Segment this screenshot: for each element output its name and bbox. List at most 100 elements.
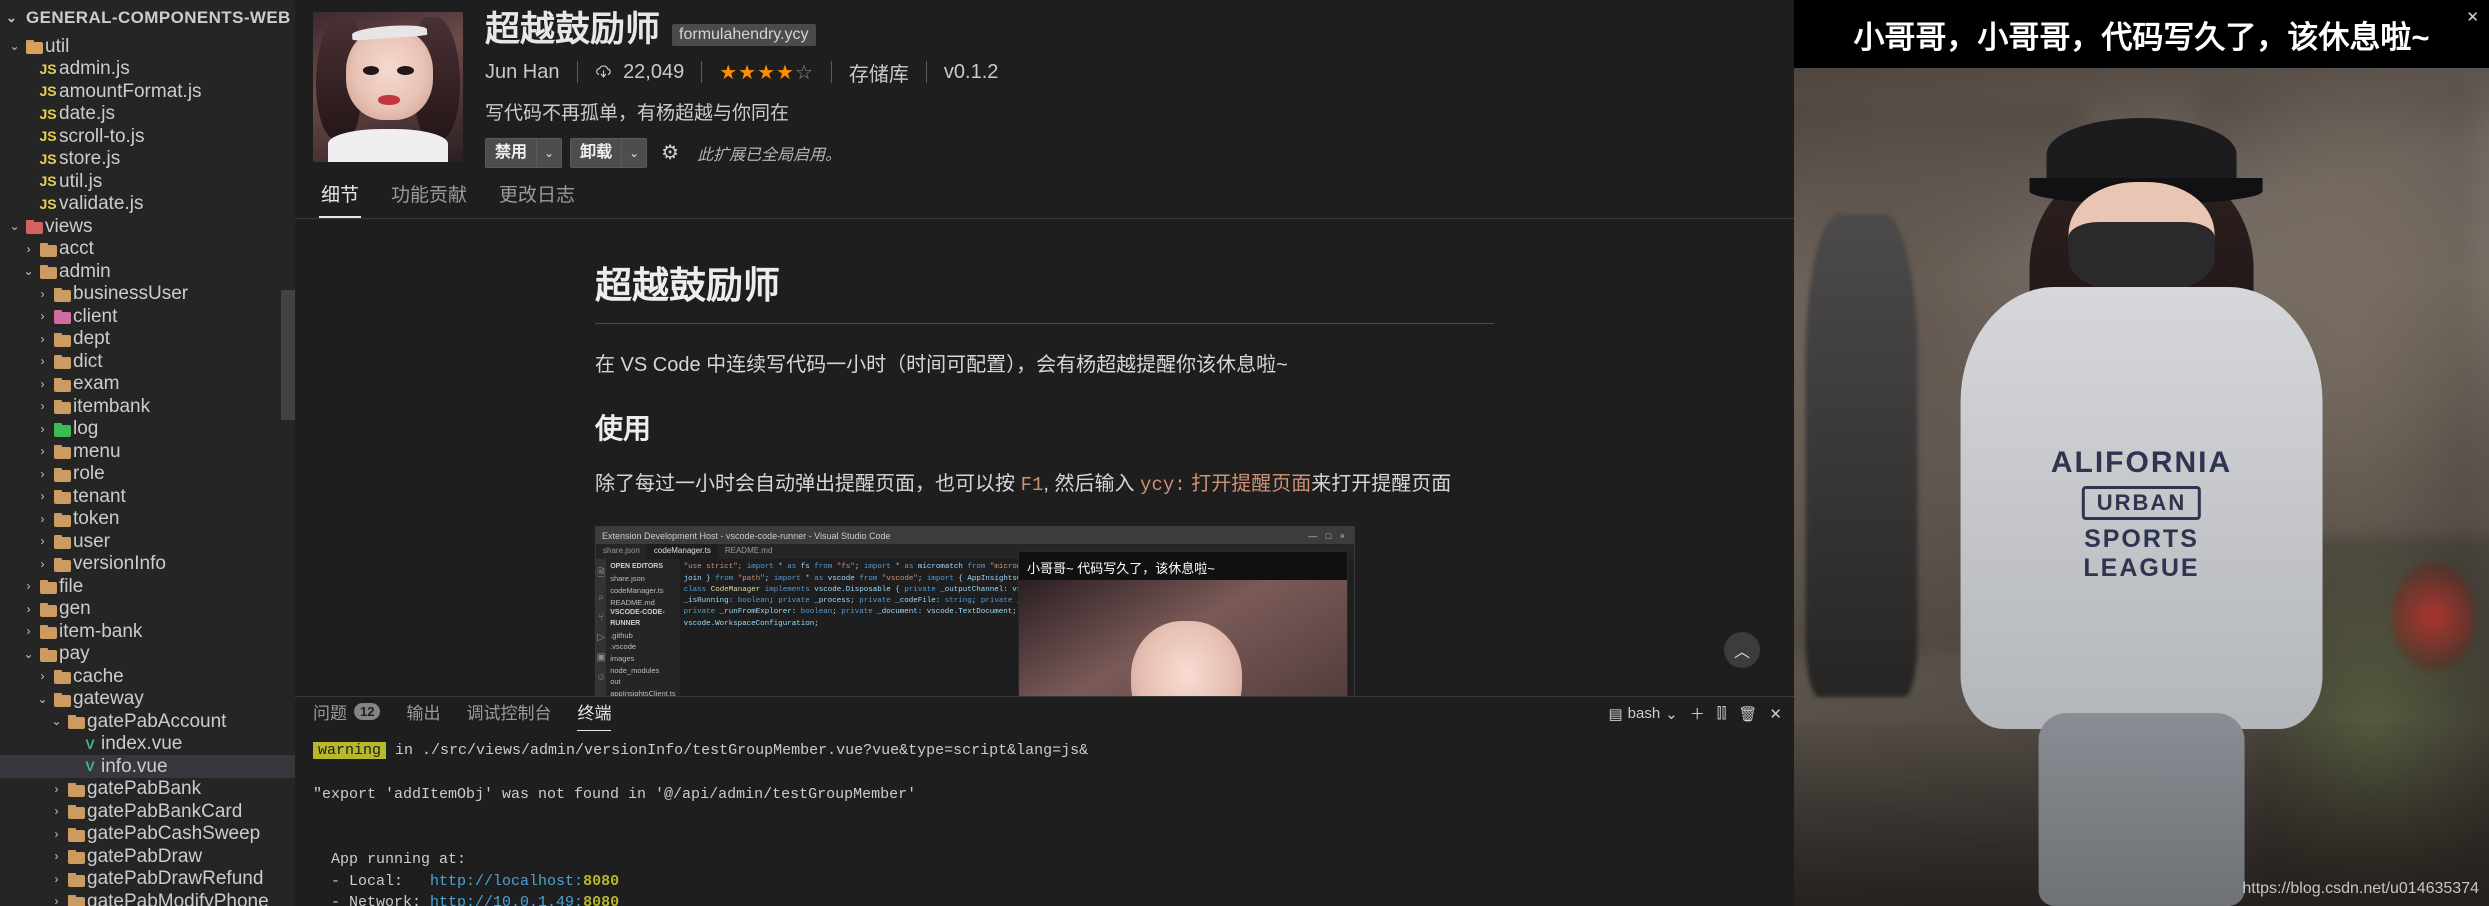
chevron-down-icon[interactable]: ⌄ — [48, 715, 65, 727]
extension-install-count[interactable]: 22,049 — [578, 61, 702, 84]
terminal-output[interactable]: warning in ./src/views/admin/versionInfo… — [295, 730, 1794, 906]
tree-item-scroll-to-js[interactable]: JS scroll-to.js — [0, 125, 295, 148]
tree-item-admin-js[interactable]: JS admin.js — [0, 58, 295, 81]
chevron-right-icon[interactable]: › — [48, 783, 65, 795]
tree-item-util-js[interactable]: JS util.js — [0, 170, 295, 193]
tree-item-tenant[interactable]: › tenant — [0, 485, 295, 508]
tree-item-gateway[interactable]: ⌄ gateway — [0, 688, 295, 711]
chevron-right-icon[interactable]: › — [34, 535, 51, 547]
chevron-right-icon[interactable]: › — [34, 670, 51, 682]
tree-item-date-js[interactable]: JS date.js — [0, 103, 295, 126]
readme-command-link[interactable]: 打开提醒页面 — [1191, 473, 1311, 495]
uninstall-button[interactable]: 卸载 — [570, 137, 622, 168]
tree-item-gatepabmodifyphone[interactable]: › gatePabModifyPhone — [0, 890, 295, 906]
tree-item-token[interactable]: › token — [0, 508, 295, 531]
tree-item-info-vue[interactable]: Vinfo.vue — [0, 755, 295, 778]
tab-contributions[interactable]: 功能贡献 — [389, 174, 469, 218]
tree-item-store-js[interactable]: JS store.js — [0, 148, 295, 171]
tree-item-gatepabbank[interactable]: › gatePabBank — [0, 778, 295, 801]
terminal-local-url[interactable]: http://localhost: — [430, 873, 583, 890]
tree-item-dict[interactable]: › dict — [0, 350, 295, 373]
tree-item-cache[interactable]: › cache — [0, 665, 295, 688]
tree-item-gatepabdrawrefund[interactable]: › gatePabDrawRefund — [0, 868, 295, 891]
disable-button-group[interactable]: 禁用 ⌄ — [485, 137, 563, 168]
split-terminal-icon[interactable]: ⫿⫿ — [1717, 705, 1727, 722]
terminal-shell-selector[interactable]: ▤ bash ⌄ — [1608, 705, 1677, 723]
extension-rating[interactable]: ★★★★☆ — [702, 60, 831, 85]
tab-details[interactable]: 细节 — [319, 174, 362, 218]
chevron-right-icon[interactable]: › — [48, 828, 65, 840]
chevron-right-icon[interactable]: › — [48, 895, 65, 906]
chevron-right-icon[interactable]: › — [48, 805, 65, 817]
close-panel-icon[interactable]: ✕ — [1769, 705, 1782, 723]
chevron-right-icon[interactable]: › — [34, 310, 51, 322]
file-tree[interactable]: ⌄ util JS admin.js JS amountFormat.js JS date.j… — [0, 35, 295, 906]
chevron-down-icon[interactable]: ⌄ — [20, 648, 37, 660]
chevron-down-icon[interactable]: ⌄ — [6, 40, 23, 52]
tree-item-exam[interactable]: › exam — [0, 373, 295, 396]
tree-item-gatepabcashsweep[interactable]: › gatePabCashSweep — [0, 823, 295, 846]
panel-tab-problems[interactable]: 问题 12 — [313, 699, 381, 728]
chevron-right-icon[interactable]: › — [20, 603, 37, 615]
tree-item-util[interactable]: ⌄ util — [0, 35, 295, 58]
panel-tab-terminal[interactable]: 终端 — [577, 699, 612, 731]
tree-item-amountformat-js[interactable]: JS amountFormat.js — [0, 80, 295, 103]
extension-tabs[interactable]: 细节 功能贡献 更改日志 — [295, 174, 1794, 219]
tree-item-admin[interactable]: ⌄ admin — [0, 260, 295, 283]
tree-item-item-bank[interactable]: › item-bank — [0, 620, 295, 643]
extension-publisher[interactable]: Jun Han — [485, 61, 577, 84]
chevron-down-icon[interactable]: ⌄ — [20, 265, 37, 277]
chevron-right-icon[interactable]: › — [34, 355, 51, 367]
uninstall-dropdown-chevron-down-icon[interactable]: ⌄ — [621, 137, 648, 168]
chevron-right-icon[interactable]: › — [34, 423, 51, 435]
tree-item-gen[interactable]: › gen — [0, 598, 295, 621]
tree-item-client[interactable]: › client — [0, 305, 295, 328]
chevron-right-icon[interactable]: › — [20, 243, 37, 255]
tree-item-views[interactable]: ⌄ views — [0, 215, 295, 238]
chevron-down-icon[interactable]: ⌄ — [6, 220, 23, 232]
plus-icon[interactable]: ＋ — [1690, 703, 1705, 724]
tree-item-file[interactable]: › file — [0, 575, 295, 598]
disable-dropdown-chevron-down-icon[interactable]: ⌄ — [536, 137, 563, 168]
chevron-right-icon[interactable]: › — [34, 445, 51, 457]
panel-tab-debug-console[interactable]: 调试控制台 — [466, 699, 551, 728]
sidebar-scrollbar[interactable] — [281, 290, 295, 420]
tree-item-versioninfo[interactable]: › versionInfo — [0, 553, 295, 576]
scroll-to-top-icon[interactable]: ︿ — [1724, 632, 1760, 668]
explorer-sidebar[interactable]: ⌄ GENERAL-COMPONENTS-WEB ⌄ util JS admin.js… — [0, 0, 295, 906]
panel-tab-output[interactable]: 输出 — [406, 699, 440, 728]
panel-actions[interactable]: ▤ bash ⌄ ＋ ⫿⫿ 🗑 ✕ — [1608, 703, 1782, 724]
tab-changelog[interactable]: 更改日志 — [497, 174, 577, 218]
tree-item-gatepabdraw[interactable]: › gatePabDraw — [0, 845, 295, 868]
tree-item-validate-js[interactable]: JS validate.js — [0, 193, 295, 216]
chevron-right-icon[interactable]: › — [34, 333, 51, 345]
tree-item-user[interactable]: › user — [0, 530, 295, 553]
chevron-right-icon[interactable]: › — [34, 378, 51, 390]
chevron-right-icon[interactable]: › — [34, 490, 51, 502]
chevron-right-icon[interactable]: › — [34, 288, 51, 300]
tree-item-itembank[interactable]: › itembank — [0, 395, 295, 418]
tree-item-businessuser[interactable]: › businessUser — [0, 283, 295, 306]
chevron-down-icon[interactable]: ⌄ — [1665, 705, 1678, 723]
tree-item-gatepabaccount[interactable]: ⌄ gatePabAccount — [0, 710, 295, 733]
chevron-right-icon[interactable]: › — [34, 468, 51, 480]
tree-item-menu[interactable]: › menu — [0, 440, 295, 463]
chevron-right-icon[interactable]: › — [20, 580, 37, 592]
panel-tabbar[interactable]: 问题 12 输出 调试控制台 终端 ▤ bash ⌄ ＋ ⫿⫿ 🗑 ✕ — [295, 697, 1794, 731]
extension-repository-link[interactable]: 存储库 — [832, 58, 926, 87]
tree-item-log[interactable]: › log — [0, 418, 295, 441]
tree-item-pay[interactable]: ⌄ pay — [0, 643, 295, 666]
terminal-network-url[interactable]: http://10.0.1.49: — [430, 894, 583, 906]
chevron-right-icon[interactable]: › — [48, 873, 65, 885]
tree-item-dept[interactable]: › dept — [0, 328, 295, 351]
trash-icon[interactable]: 🗑 — [1738, 705, 1757, 723]
chevron-right-icon[interactable]: › — [34, 513, 51, 525]
uninstall-button-group[interactable]: 卸载 ⌄ — [570, 137, 648, 168]
chevron-right-icon[interactable]: › — [34, 558, 51, 570]
tree-item-gatepabbankcard[interactable]: › gatePabBankCard — [0, 800, 295, 823]
tree-item-role[interactable]: › role — [0, 463, 295, 486]
chevron-right-icon[interactable]: › — [34, 400, 51, 412]
disable-button[interactable]: 禁用 — [485, 137, 537, 168]
chevron-down-icon[interactable]: ⌄ — [34, 693, 51, 705]
close-icon[interactable]: ✕ — [2466, 8, 2479, 26]
